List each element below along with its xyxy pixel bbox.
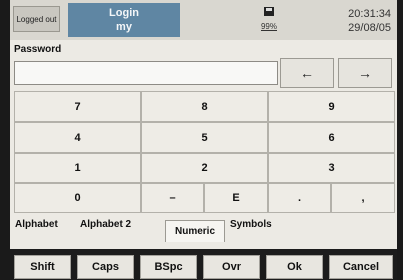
password-label: Password	[14, 44, 62, 55]
header-bar: Logged out Login my 99% 20:31:34 29/08/0…	[10, 0, 397, 40]
backspace-button[interactable]: BSpc	[140, 255, 197, 279]
caps-button[interactable]: Caps	[77, 255, 134, 279]
key-4[interactable]: 4	[14, 122, 141, 153]
bottom-button-bar: Shift Caps BSpc Ovr Ok Cancel	[10, 249, 397, 280]
cancel-button[interactable]: Cancel	[329, 255, 393, 279]
key-0[interactable]: 0	[14, 183, 141, 213]
clock: 20:31:34 29/08/05	[348, 7, 391, 35]
key-decimal-point[interactable]: .	[268, 183, 331, 213]
tab-numeric[interactable]: Numeric	[165, 220, 225, 242]
keyboard-tabs: Alphabet Alphabet 2 Numeric Symbols	[10, 215, 397, 245]
logged-out-label: Logged out	[16, 14, 57, 24]
arrow-left-icon: ←	[300, 65, 314, 81]
cursor-right-button[interactable]: →	[338, 58, 392, 88]
password-input[interactable]	[14, 61, 278, 85]
ok-label: Ok	[287, 261, 302, 273]
caps-label: Caps	[92, 261, 119, 273]
tab-numeric-label: Numeric	[174, 226, 215, 237]
login-panel: Login my	[68, 3, 180, 37]
key-minus[interactable]: –	[141, 183, 204, 213]
cancel-label: Cancel	[342, 261, 380, 273]
login-user: my	[116, 21, 132, 33]
ok-button[interactable]: Ok	[266, 255, 323, 279]
key-8[interactable]: 8	[141, 91, 268, 122]
key-9[interactable]: 9	[268, 91, 395, 122]
key-2[interactable]: 2	[141, 153, 268, 183]
tab-alphabet-2[interactable]: Alphabet 2	[80, 219, 131, 230]
key-6[interactable]: 6	[268, 122, 395, 153]
login-title: Login	[109, 7, 139, 19]
arrow-right-icon: →	[358, 65, 372, 81]
shift-button[interactable]: Shift	[14, 255, 71, 279]
key-7[interactable]: 7	[14, 91, 141, 122]
overwrite-button[interactable]: Ovr	[203, 255, 260, 279]
backspace-label: BSpc	[154, 261, 183, 273]
disk-percent: 99%	[260, 22, 277, 31]
shift-label: Shift	[30, 261, 55, 273]
key-comma[interactable]: ,	[331, 183, 395, 213]
logged-out-button[interactable]: Logged out	[13, 6, 60, 32]
tab-alphabet[interactable]: Alphabet	[15, 219, 58, 230]
clock-date: 29/08/05	[348, 22, 391, 34]
tab-symbols[interactable]: Symbols	[230, 219, 272, 230]
key-5[interactable]: 5	[141, 122, 268, 153]
numeric-keypad: 7 8 9 4 5 6 1 2 3 0 – E . ,	[14, 91, 395, 213]
key-exponent[interactable]: E	[204, 183, 268, 213]
clock-time: 20:31:34	[348, 8, 391, 20]
overwrite-label: Ovr	[222, 261, 241, 273]
key-1[interactable]: 1	[14, 153, 141, 183]
screen: Logged out Login my 99% 20:31:34 29/08/0…	[10, 0, 397, 280]
cursor-left-button[interactable]: ←	[280, 58, 334, 88]
floppy-disk-icon	[264, 7, 274, 16]
key-3[interactable]: 3	[268, 153, 395, 183]
disk-status: 99%	[244, 6, 294, 36]
